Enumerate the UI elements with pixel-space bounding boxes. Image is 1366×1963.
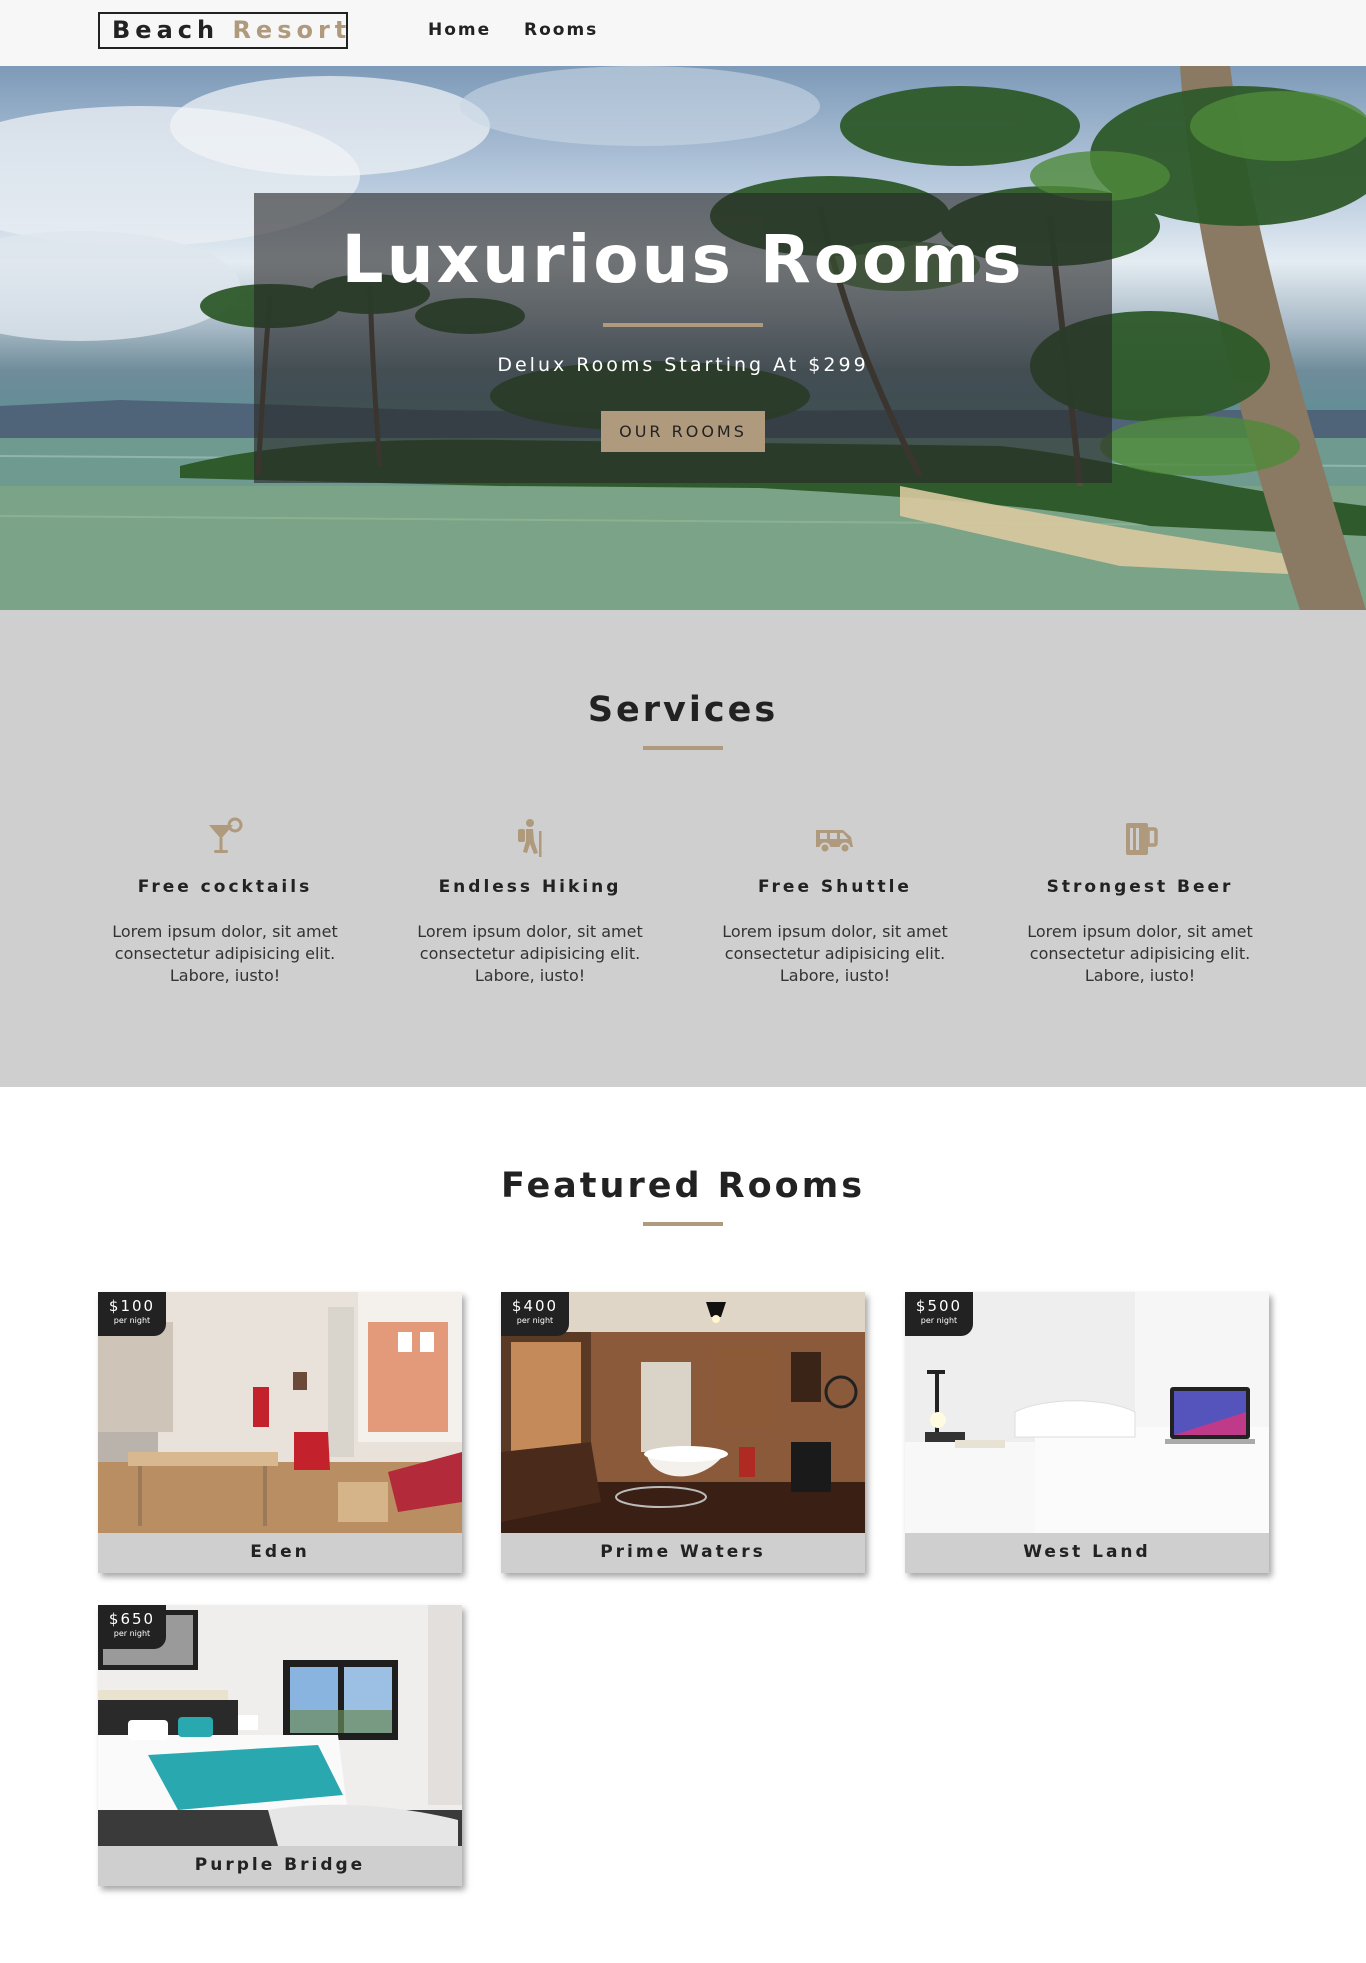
shuttle-van-icon: [816, 830, 853, 854]
room-card-west-land[interactable]: $500 per night West Land: [905, 1292, 1269, 1573]
service-text: Lorem ipsum dolor, sit amet consectetur …: [112, 922, 338, 985]
services-section: Services Free cocktails Lorem ipsum dolo…: [0, 610, 1366, 1087]
featured-rooms-divider: [643, 1222, 723, 1226]
featured-rooms-title: Featured Rooms: [500, 1166, 866, 1206]
room-price: $100: [108, 1297, 156, 1315]
price-unit: per night: [516, 1316, 554, 1325]
site-logo[interactable]: Beach Resort: [98, 12, 348, 49]
room-name: Purple Bridge: [194, 1855, 366, 1875]
service-card: Free cocktails Lorem ipsum dolor, sit am…: [103, 817, 347, 987]
hero-banner: Luxurious Rooms Delux Rooms Starting At …: [254, 193, 1112, 483]
service-title: Free Shuttle: [758, 877, 912, 897]
room-price: $400: [511, 1297, 559, 1315]
cocktail-icon: [209, 817, 243, 853]
service-title: Strongest Beer: [1046, 877, 1234, 897]
hero-section: Luxurious Rooms Delux Rooms Starting At …: [0, 66, 1366, 610]
room-name: West Land: [1023, 1542, 1151, 1562]
featured-rooms-section: Featured Rooms $100 per night Eden $400 …: [0, 1087, 1366, 1963]
room-image[interactable]: $500 per night: [905, 1292, 1269, 1533]
our-rooms-button[interactable]: OUR ROOMS: [601, 411, 765, 452]
services-divider: [643, 746, 723, 750]
room-price: $500: [915, 1297, 963, 1315]
room-name: Eden: [250, 1542, 310, 1562]
beer-icon: [1126, 823, 1158, 855]
room-image[interactable]: $650 per night: [98, 1605, 462, 1846]
service-text: Lorem ipsum dolor, sit amet consectetur …: [722, 922, 948, 985]
room-name: Prime Waters: [600, 1542, 766, 1562]
service-card: Strongest Beer Lorem ipsum dolor, sit am…: [1018, 817, 1262, 987]
price-unit: per night: [113, 1316, 151, 1325]
nav-link-rooms[interactable]: Rooms: [524, 20, 598, 40]
room-price: $650: [108, 1610, 156, 1628]
room-image[interactable]: $400 per night: [501, 1292, 865, 1533]
logo-word-resort: Resort: [232, 16, 352, 44]
hero-subtitle: Delux Rooms Starting At $299: [497, 354, 869, 376]
navbar: Beach Resort Home Rooms: [0, 0, 1366, 66]
service-title: Endless Hiking: [438, 877, 622, 897]
service-text: Lorem ipsum dolor, sit amet consectetur …: [1027, 922, 1253, 985]
price-tag: $650 per night: [98, 1605, 166, 1649]
price-tag: $100 per night: [98, 1292, 166, 1336]
services-title: Services: [587, 690, 779, 730]
logo-word-beach: Beach: [112, 16, 220, 44]
hero-title: Luxurious Rooms: [341, 221, 1025, 298]
nav-link-home[interactable]: Home: [428, 20, 491, 40]
room-card-prime-waters[interactable]: $400 per night Prime Waters: [501, 1292, 865, 1573]
service-title: Free cocktails: [137, 877, 313, 897]
room-card-purple-bridge[interactable]: $650 per night Purple Bridge: [98, 1605, 462, 1886]
hero-divider: [603, 323, 763, 327]
price-unit: per night: [920, 1316, 958, 1325]
price-tag: $500 per night: [905, 1292, 973, 1336]
service-card: Endless Hiking Lorem ipsum dolor, sit am…: [408, 817, 652, 987]
price-tag: $400 per night: [501, 1292, 569, 1336]
room-card-eden[interactable]: $100 per night Eden: [98, 1292, 462, 1573]
service-text: Lorem ipsum dolor, sit amet consectetur …: [417, 922, 643, 985]
price-unit: per night: [113, 1629, 151, 1638]
room-image[interactable]: $100 per night: [98, 1292, 462, 1533]
service-card: Free Shuttle Lorem ipsum dolor, sit amet…: [713, 817, 957, 987]
hiking-icon: [518, 819, 542, 857]
